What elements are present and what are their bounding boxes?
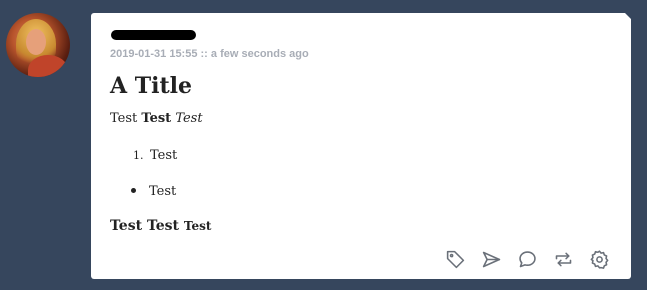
- comment-icon: [518, 250, 536, 267]
- text-bold-small: Test: [183, 219, 212, 233]
- avatar-face: [26, 29, 46, 55]
- post-actions: [444, 248, 610, 270]
- text-bold-1: Test: [110, 218, 143, 234]
- ordered-list-item: 1. Test: [133, 148, 177, 163]
- settings-button[interactable]: [588, 248, 610, 270]
- post-card: 2019-01-31 15:55 :: a few seconds ago A …: [91, 13, 631, 279]
- tag-icon: [446, 250, 464, 268]
- text-plain: Test: [110, 111, 138, 126]
- unordered-list-item: Test: [131, 184, 176, 199]
- card-corner-fold: [625, 13, 631, 19]
- list-number: 1.: [133, 149, 144, 162]
- tag-button[interactable]: [444, 248, 466, 270]
- bullet-icon: [131, 188, 136, 193]
- list-item-text: Test: [149, 184, 177, 199]
- send-icon: [482, 251, 500, 267]
- avatar-shoulder: [28, 55, 68, 77]
- text-italic: Test: [175, 111, 203, 126]
- text-bold-2: Test: [146, 218, 180, 234]
- comment-button[interactable]: [516, 248, 538, 270]
- blog-name-redacted[interactable]: [111, 30, 196, 40]
- text-bold: Test: [141, 111, 172, 126]
- gear-icon: [590, 249, 608, 269]
- post-line-3: Test Test Test: [110, 218, 211, 234]
- reblog-icon: [555, 252, 571, 266]
- post-timestamp[interactable]: 2019-01-31 15:55 :: a few seconds ago: [110, 48, 309, 60]
- avatar[interactable]: [6, 13, 70, 77]
- list-item-text: Test: [150, 148, 178, 163]
- post-line-1: Test Test Test: [110, 111, 203, 126]
- share-button[interactable]: [480, 248, 502, 270]
- post-title: A Title: [110, 73, 192, 99]
- reblog-button[interactable]: [552, 248, 574, 270]
